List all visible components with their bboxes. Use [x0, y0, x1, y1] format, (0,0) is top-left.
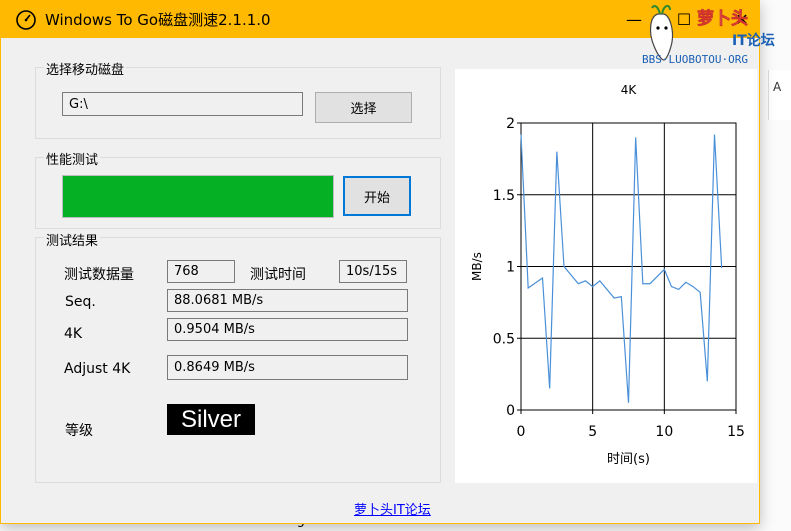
x-tick-label: 0 [517, 424, 526, 440]
adjust-4k-label: Adjust 4K [64, 361, 131, 377]
start-button[interactable]: 开始 [343, 176, 411, 216]
speed-chart: 4K 0 5 10 15 0 0.5 1 1.5 2 时间(s) MB/s [470, 83, 745, 467]
data-amount-value: 768 [167, 260, 235, 283]
y-axis-label: MB/s [470, 252, 484, 281]
grade-label: 等级 [65, 423, 93, 439]
app-window: Windows To Go磁盘测速2.1.1.0 — ☐ ✕ 选择移动磁盘 G:… [0, 0, 760, 524]
seq-value: 88.0681 MB/s [167, 289, 408, 312]
perf-group-label: 性能测试 [44, 149, 101, 168]
x-tick-label: 10 [655, 424, 673, 440]
chart-title: 4K [621, 83, 638, 97]
chart-panel: 4K 0 5 10 15 0 0.5 1 1.5 2 时间(s) MB/s [455, 69, 757, 483]
data-amount-label: 测试数据量 [64, 267, 134, 283]
radish-mascot-icon [649, 4, 674, 61]
test-time-value: 10s/15s [339, 260, 407, 283]
background-right-text: A [773, 80, 782, 94]
disk-path-field[interactable]: G:\ [62, 92, 303, 116]
window-title: Windows To Go磁盘测速2.1.1.0 [45, 11, 271, 29]
progress-fill [63, 176, 333, 217]
disk-group-label: 选择移动磁盘 [44, 59, 127, 78]
y-tick-label: 1 [506, 260, 515, 276]
speedometer-icon [16, 9, 36, 30]
forum-link[interactable]: 萝卜头IT论坛 [354, 499, 431, 518]
logo-sub-text: IT论坛 [732, 32, 775, 49]
y-tick-label: 0.5 [493, 331, 515, 347]
seq-label: Seq. [65, 294, 96, 310]
test-progress-bar [62, 175, 334, 218]
logo-brand-text: 萝卜头 [697, 8, 748, 29]
results-group-label: 测试结果 [44, 230, 101, 249]
grade-badge: Silver [167, 404, 255, 435]
background-right-panel: A [768, 70, 791, 120]
select-disk-button[interactable]: 选择 [315, 92, 412, 123]
x-axis-label: 时间(s) [607, 452, 650, 467]
logo-url-text: BBS·LUOBOTOU·ORG [642, 53, 748, 66]
x-tick-label: 15 [727, 424, 745, 440]
k4-value: 0.9504 MB/s [167, 318, 408, 341]
y-tick-label: 0 [506, 403, 515, 419]
y-tick-label: 2 [506, 116, 515, 132]
x-tick-label: 5 [588, 424, 597, 440]
test-time-label: 测试时间 [250, 267, 306, 283]
forum-logo: 萝卜头 IT论坛 BBS·LUOBOTOU·ORG [642, 4, 775, 66]
series-line [520, 134, 723, 403]
y-tick-label: 1.5 [493, 188, 515, 204]
adjust-4k-value: 0.8649 MB/s [167, 355, 408, 380]
k4-label: 4K [64, 326, 83, 342]
